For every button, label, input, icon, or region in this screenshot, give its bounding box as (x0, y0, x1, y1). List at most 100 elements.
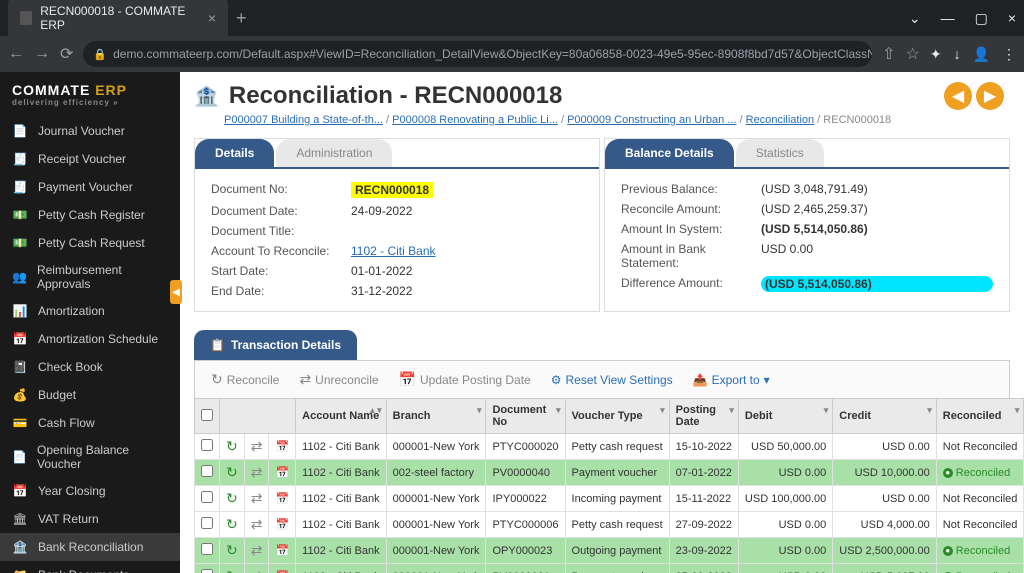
sidebar-item[interactable]: 📄Opening Balance Voucher (0, 437, 180, 477)
browser-tab[interactable]: RECN000018 - COMMATE ERP × (8, 0, 228, 40)
sidebar-item[interactable]: 📅Year Closing (0, 477, 180, 505)
unreconcile-button[interactable]: ⇄Unreconcile (291, 367, 386, 392)
close-window-icon[interactable]: × (1008, 10, 1016, 27)
reconcile-button[interactable]: ↻Reconcile (203, 367, 287, 392)
sidebar-collapse-toggle[interactable]: ◀ (170, 280, 182, 304)
row-checkbox[interactable] (195, 538, 220, 564)
sidebar-item[interactable]: 💳Cash Flow (0, 409, 180, 437)
amount-system-value: (USD 5,514,050.86) (761, 222, 868, 236)
menu-icon[interactable]: ⋮ (1002, 46, 1016, 63)
header-debit[interactable]: Debit▾ (738, 399, 832, 434)
sidebar-item[interactable]: 🏛VAT Return (0, 505, 180, 533)
unreconcile-row-icon[interactable]: ⇄ (244, 460, 269, 486)
sidebar-item[interactable]: 💵Petty Cash Request (0, 229, 180, 257)
url-bar[interactable]: 🔒 demo.commateerp.com/Default.aspx#ViewI… (83, 41, 872, 67)
next-record-button[interactable]: ▶ (976, 82, 1004, 110)
table-row[interactable]: ↻⇄📅1102 - Citi Bank000001-New YorkPTYC00… (195, 434, 1024, 460)
unreconcile-row-icon[interactable]: ⇄ (244, 486, 269, 512)
row-checkbox[interactable] (195, 434, 220, 460)
header-account[interactable]: Account Name▴ ▾ (296, 399, 386, 434)
reconcile-row-icon[interactable]: ↻ (220, 486, 245, 512)
calendar-row-icon[interactable]: 📅 (269, 512, 296, 538)
sidebar-item-label: Petty Cash Register (38, 208, 145, 222)
row-checkbox[interactable] (195, 564, 220, 573)
reconcile-row-icon[interactable]: ↻ (220, 538, 245, 564)
back-icon[interactable]: ← (8, 45, 24, 63)
transaction-details-tab[interactable]: 📋 Transaction Details (194, 330, 357, 360)
reconcile-row-icon[interactable]: ↻ (220, 460, 245, 486)
sidebar-item[interactable]: 🧾Payment Voucher (0, 173, 180, 201)
star-icon[interactable]: ☆ (905, 44, 919, 64)
sidebar-item[interactable]: 💵Petty Cash Register (0, 201, 180, 229)
unreconcile-row-icon[interactable]: ⇄ (244, 564, 269, 573)
maximize-icon[interactable]: ▢ (975, 10, 988, 27)
calendar-row-icon[interactable]: 📅 (269, 434, 296, 460)
sidebar-item[interactable]: 👥Reimbursement Approvals (0, 257, 180, 297)
header-checkbox[interactable] (195, 399, 220, 434)
sidebar-item[interactable]: 📁Bank Documents (0, 561, 180, 573)
reload-icon[interactable]: ⟳ (60, 44, 73, 64)
calendar-row-icon[interactable]: 📅 (269, 460, 296, 486)
tab-details[interactable]: Details (195, 139, 274, 167)
header-vtype[interactable]: Voucher Type▾ (565, 399, 669, 434)
tab-statistics[interactable]: Statistics (736, 139, 824, 167)
url-text: demo.commateerp.com/Default.aspx#ViewID=… (113, 47, 872, 61)
row-checkbox[interactable] (195, 512, 220, 538)
forward-icon[interactable]: → (34, 45, 50, 63)
table-row[interactable]: ↻⇄📅1102 - Citi Bank000001-New YorkOPY000… (195, 538, 1024, 564)
header-pdate[interactable]: Posting Date▾ (669, 399, 738, 434)
export-button[interactable]: 📤Export to ▾ (685, 367, 778, 392)
sidebar-item[interactable]: 📓Check Book (0, 353, 180, 381)
calendar-row-icon[interactable]: 📅 (269, 486, 296, 512)
sidebar-item[interactable]: 📅Amortization Schedule (0, 325, 180, 353)
header-docno[interactable]: Document No▾ (486, 399, 565, 434)
table-row[interactable]: ↻⇄📅1102 - Citi Bank000001-New YorkPTYC00… (195, 512, 1024, 538)
sidebar-item[interactable]: 💰Budget (0, 381, 180, 409)
sidebar-item[interactable]: 🧾Receipt Voucher (0, 145, 180, 173)
header-branch[interactable]: Branch▾ (386, 399, 486, 434)
prev-balance-label: Previous Balance: (621, 182, 761, 196)
table-row[interactable]: ↻⇄📅1102 - Citi Bank002-steel factoryPV00… (195, 460, 1024, 486)
cell-credit: USD 5,007.00 (833, 564, 937, 573)
minimize-icon[interactable]: — (941, 10, 955, 27)
prev-record-button[interactable]: ◀ (944, 82, 972, 110)
row-checkbox[interactable] (195, 460, 220, 486)
unreconcile-row-icon[interactable]: ⇄ (244, 434, 269, 460)
download-icon[interactable]: ↓ (954, 46, 961, 63)
breadcrumb-item[interactable]: Reconciliation (746, 114, 814, 126)
sidebar-item-label: Reimbursement Approvals (37, 263, 168, 291)
unreconcile-row-icon[interactable]: ⇄ (244, 512, 269, 538)
reconcile-row-icon[interactable]: ↻ (220, 434, 245, 460)
reconcile-row-icon[interactable]: ↻ (220, 512, 245, 538)
close-tab-icon[interactable]: × (208, 10, 216, 26)
reset-view-button[interactable]: ⚙Reset View Settings (543, 367, 681, 392)
sidebar-item[interactable]: 📄Journal Voucher (0, 117, 180, 145)
sidebar-item[interactable]: 🏦Bank Reconciliation (0, 533, 180, 561)
cell-docno: IPY000022 (486, 486, 565, 512)
tab-balance-details[interactable]: Balance Details (605, 139, 734, 167)
row-checkbox[interactable] (195, 486, 220, 512)
table-row[interactable]: ↻⇄📅1102 - Citi Bank000001-New YorkIPY000… (195, 486, 1024, 512)
update-posting-date-button[interactable]: 📅Update Posting Date (391, 367, 539, 392)
extensions-icon[interactable]: ✦ (930, 46, 942, 63)
account-value[interactable]: 1102 - Citi Bank (351, 244, 436, 258)
reconciled-status: Reconciled (943, 545, 1018, 557)
new-tab-button[interactable]: + (236, 8, 247, 29)
table-row[interactable]: ↻⇄📅1102 - Citi Bank000001-New YorkPV0000… (195, 564, 1024, 573)
profile-icon[interactable]: 👤 (973, 46, 990, 63)
window-down-icon[interactable]: ⌄ (909, 10, 921, 27)
unreconcile-row-icon[interactable]: ⇄ (244, 538, 269, 564)
calendar-row-icon[interactable]: 📅 (269, 564, 296, 573)
breadcrumb-item[interactable]: P000008 Renovating a Public Li... (392, 114, 558, 126)
header-credit[interactable]: Credit▾ (833, 399, 937, 434)
cell-vtype: Payment voucher (565, 564, 669, 573)
header-reconciled[interactable]: Reconciled▾ (936, 399, 1024, 434)
sidebar-item-label: Amortization (38, 304, 105, 318)
breadcrumb-item[interactable]: P000009 Constructing an Urban ... (567, 114, 736, 126)
breadcrumb-item[interactable]: P000007 Building a State-of-th... (224, 114, 383, 126)
tab-administration[interactable]: Administration (276, 139, 392, 167)
calendar-row-icon[interactable]: 📅 (269, 538, 296, 564)
sidebar-item[interactable]: 📊Amortization (0, 297, 180, 325)
share-icon[interactable]: ⇧ (882, 44, 895, 64)
reconcile-row-icon[interactable]: ↻ (220, 564, 245, 573)
